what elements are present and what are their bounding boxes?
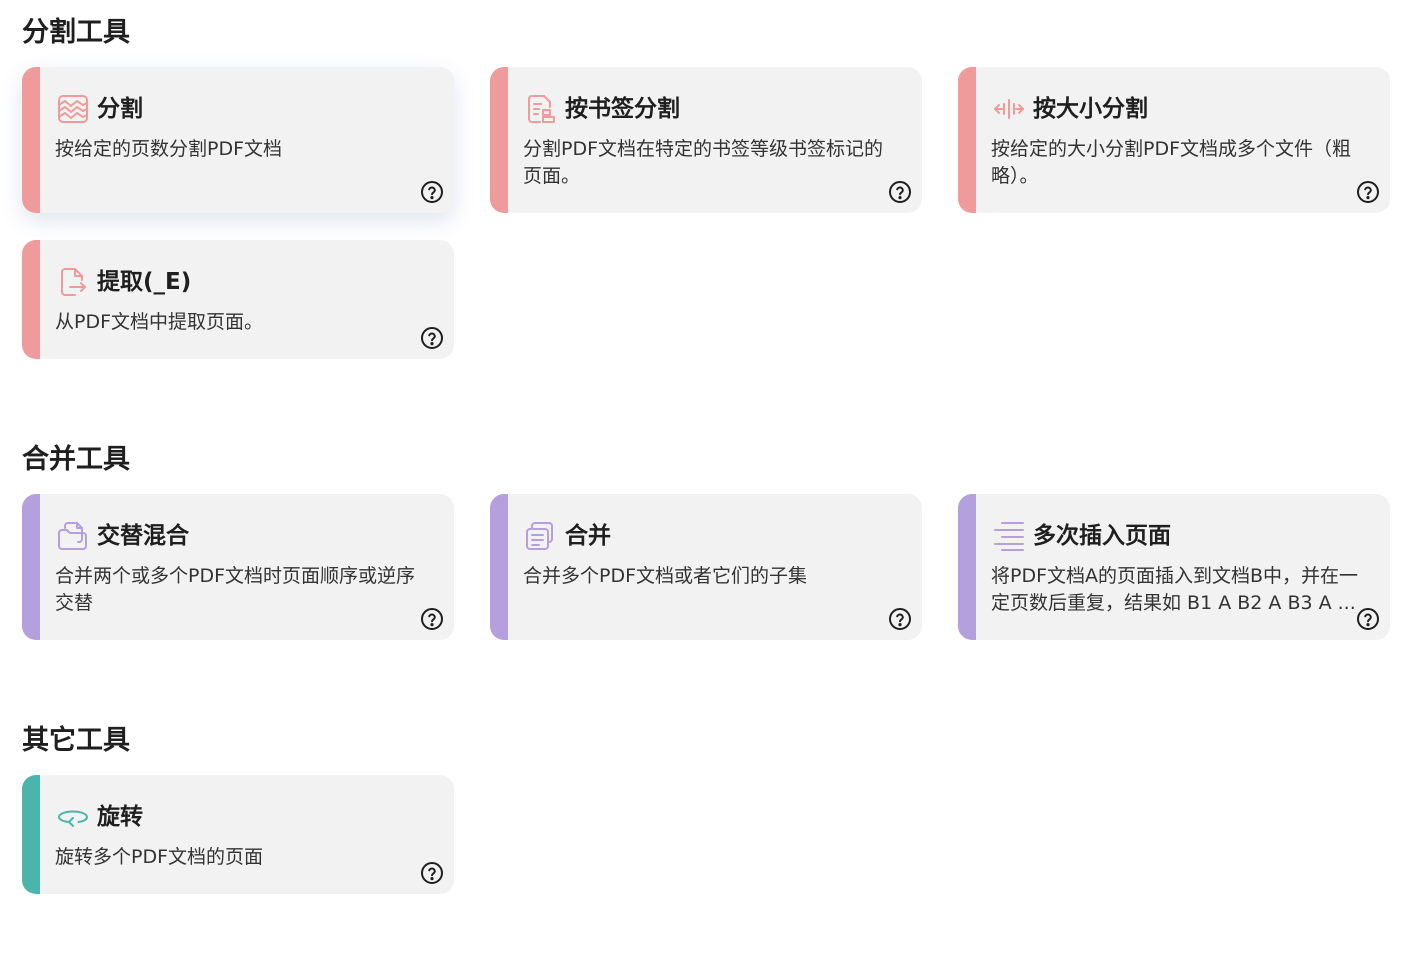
rotate-icon xyxy=(56,801,90,833)
card-title: 按书签分割 xyxy=(565,96,680,122)
card-description: 从PDF文档中提取页面。 xyxy=(55,311,264,333)
help-circle-icon[interactable] xyxy=(888,180,912,204)
tool-card-extract[interactable]: 提取(_E) 从PDF文档中提取页面。 xyxy=(22,240,454,359)
tool-card-bookmark-split[interactable]: 按书签分割 分割PDF文档在特定的书签等级书签标记的页面。 xyxy=(490,67,922,213)
tool-card-merge[interactable]: 合并 合并多个PDF文档或者它们的子集 xyxy=(490,494,922,640)
card-title: 旋转 xyxy=(97,804,143,830)
card-description: 将PDF文档A的页面插入到文档B中，并在一定页数后重复，结果如 B1 A B2 … xyxy=(991,565,1359,614)
tool-card-rotate[interactable]: 旋转 旋转多个PDF文档的页面 xyxy=(22,775,454,894)
card-title: 分割 xyxy=(97,96,143,122)
card-title: 合并 xyxy=(565,523,611,549)
card-title: 按大小分割 xyxy=(1033,96,1148,122)
merge-icon xyxy=(524,520,558,552)
card-title: 提取(_E) xyxy=(97,269,192,295)
card-description: 按给定的大小分割PDF文档成多个文件（粗略）。 xyxy=(991,138,1352,187)
card-title: 多次插入页面 xyxy=(1033,523,1171,549)
alternate-mix-icon xyxy=(56,520,90,552)
extract-icon xyxy=(56,266,90,298)
help-circle-icon[interactable] xyxy=(420,861,444,885)
tool-card-multi-insert[interactable]: 多次插入页面 将PDF文档A的页面插入到文档B中，并在一定页数后重复，结果如 B… xyxy=(958,494,1390,640)
section-title-other: 其它工具 xyxy=(22,725,130,756)
section-title-merge: 合并工具 xyxy=(22,444,130,475)
multi-insert-icon xyxy=(992,520,1026,552)
card-description: 按给定的页数分割PDF文档 xyxy=(55,138,283,160)
size-split-icon xyxy=(992,93,1026,125)
card-accent-stripe xyxy=(490,494,508,640)
tool-card-size-split[interactable]: 按大小分割 按给定的大小分割PDF文档成多个文件（粗略）。 xyxy=(958,67,1390,213)
card-accent-stripe xyxy=(490,67,508,213)
card-accent-stripe xyxy=(22,775,40,894)
help-circle-icon[interactable] xyxy=(1356,607,1380,631)
help-circle-icon[interactable] xyxy=(888,607,912,631)
card-description: 合并多个PDF文档或者它们的子集 xyxy=(523,565,808,587)
tools-page: 分割工具 分割 按给定的页数分割PDF文档 按书签分割 分割PDF文档在特定的书… xyxy=(0,0,1417,965)
bookmark-split-icon xyxy=(524,93,558,125)
help-circle-icon[interactable] xyxy=(420,607,444,631)
help-circle-icon[interactable] xyxy=(420,326,444,350)
card-description: 分割PDF文档在特定的书签等级书签标记的页面。 xyxy=(523,138,884,187)
card-accent-stripe xyxy=(958,494,976,640)
help-circle-icon[interactable] xyxy=(420,180,444,204)
card-accent-stripe xyxy=(22,240,40,359)
card-accent-stripe xyxy=(958,67,976,213)
tool-card-alternate-mix[interactable]: 交替混合 合并两个或多个PDF文档时页面顺序或逆序交替 xyxy=(22,494,454,640)
card-description: 合并两个或多个PDF文档时页面顺序或逆序交替 xyxy=(55,565,416,614)
card-accent-stripe xyxy=(22,67,40,213)
card-description: 旋转多个PDF文档的页面 xyxy=(55,846,264,868)
tool-card-split[interactable]: 分割 按给定的页数分割PDF文档 xyxy=(22,67,454,213)
split-pages-icon xyxy=(56,93,90,125)
card-title: 交替混合 xyxy=(97,523,189,549)
card-accent-stripe xyxy=(22,494,40,640)
section-title-split: 分割工具 xyxy=(22,17,130,48)
help-circle-icon[interactable] xyxy=(1356,180,1380,204)
